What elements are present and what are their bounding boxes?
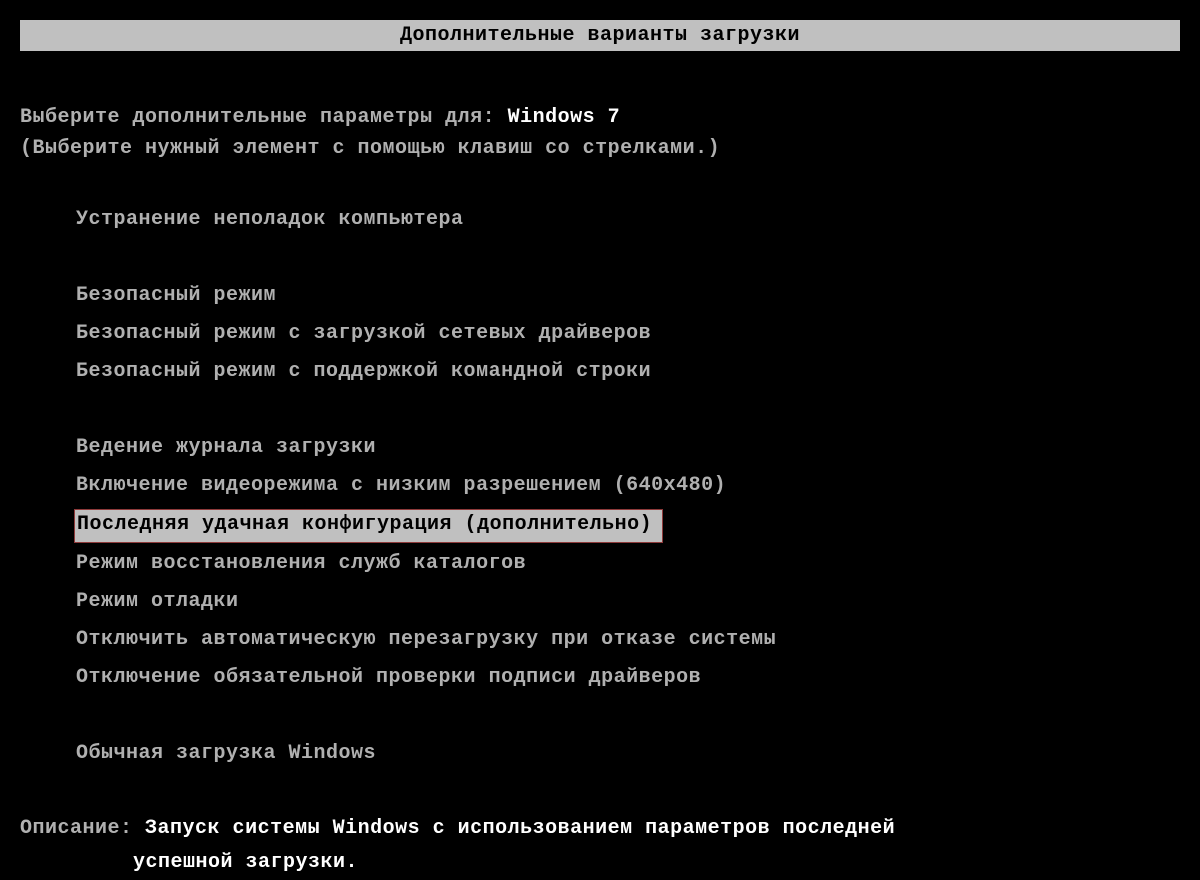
menu-item-last-known-good[interactable]: Последняя удачная конфигурация (дополнит… xyxy=(74,509,663,543)
menu-item-safemode[interactable]: Безопасный режим xyxy=(76,281,1180,319)
menu-item-lowres[interactable]: Включение видеорежима с низким разрешени… xyxy=(76,471,1180,509)
menu-item-disable-driver-sig[interactable]: Отключение обязательной проверки подписи… xyxy=(76,663,1180,701)
description-label: Описание: xyxy=(20,817,133,840)
description-text-line2: успешной загрузки. xyxy=(133,846,1180,880)
hint-text: (Выберите нужный элемент с помощью клави… xyxy=(20,137,720,160)
menu-item-repair[interactable]: Устранение неполадок компьютера xyxy=(76,205,1180,243)
menu-spacer xyxy=(76,395,1180,433)
description-block: Описание: Запуск системы Windows с испол… xyxy=(20,812,1180,880)
menu-item-safemode-networking[interactable]: Безопасный режим с загрузкой сетевых дра… xyxy=(76,319,1180,357)
title-text: Дополнительные варианты загрузки xyxy=(400,24,800,47)
prompt-line: Выберите дополнительные параметры для: W… xyxy=(20,106,1180,129)
title-bar: Дополнительные варианты загрузки xyxy=(20,20,1180,51)
menu-item-disable-auto-restart[interactable]: Отключить автоматическую перезагрузку пр… xyxy=(76,625,1180,663)
menu-spacer xyxy=(76,701,1180,739)
menu-item-dsrm[interactable]: Режим восстановления служб каталогов xyxy=(76,549,1180,587)
menu-item-safemode-cmd[interactable]: Безопасный режим с поддержкой командной … xyxy=(76,357,1180,395)
description-text-line1: Запуск системы Windows с использованием … xyxy=(145,817,895,840)
menu-item-debug[interactable]: Режим отладки xyxy=(76,587,1180,625)
prompt-prefix: Выберите дополнительные параметры для: xyxy=(20,106,495,129)
menu-spacer xyxy=(76,243,1180,281)
hint-line: (Выберите нужный элемент с помощью клави… xyxy=(20,137,1180,160)
boot-options-menu: Устранение неполадок компьютера Безопасн… xyxy=(76,205,1180,777)
menu-item-bootlog[interactable]: Ведение журнала загрузки xyxy=(76,433,1180,471)
menu-item-start-normally[interactable]: Обычная загрузка Windows xyxy=(76,739,1180,777)
os-name: Windows 7 xyxy=(508,106,621,129)
